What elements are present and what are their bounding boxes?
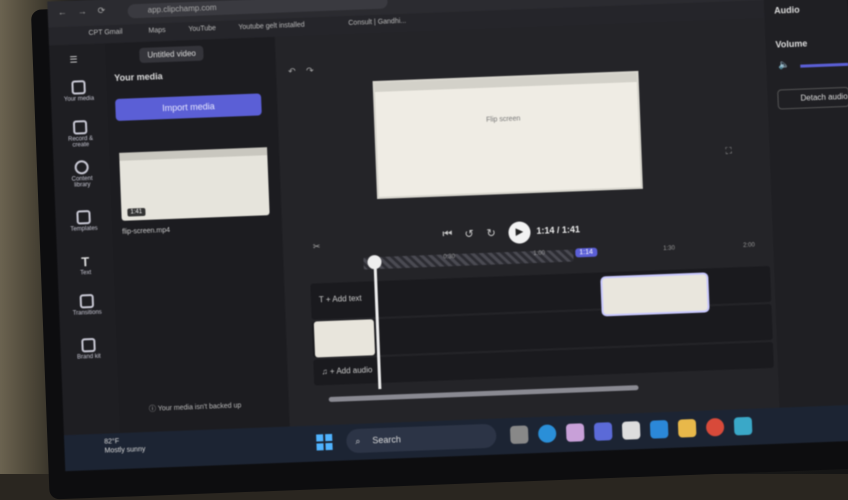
file-explorer-icon[interactable] bbox=[677, 418, 697, 438]
text-icon: T bbox=[81, 254, 90, 270]
forward-5s-icon[interactable]: ↻ bbox=[486, 226, 496, 239]
store-icon[interactable] bbox=[621, 421, 641, 440]
info-icon: ⓘ bbox=[148, 405, 158, 413]
media-thumbnail[interactable]: 1:41 bbox=[119, 147, 270, 221]
app-icon[interactable] bbox=[733, 416, 753, 436]
sidebar-item-text[interactable]: T Text bbox=[67, 254, 104, 277]
ruler-tick: 0:30 bbox=[443, 254, 456, 261]
search-icon: ⌕ bbox=[355, 435, 361, 447]
sidebar-item-templates[interactable]: Templates bbox=[65, 210, 102, 233]
bookmark-item[interactable]: CPT Gmail bbox=[88, 29, 122, 37]
thumbnail-toolbar bbox=[119, 147, 268, 161]
playhead-time-badge: 1:14 bbox=[575, 247, 598, 258]
hamburger-menu-icon[interactable]: ☰ bbox=[69, 54, 77, 65]
add-audio-button[interactable]: ♫ + Add audio bbox=[322, 365, 373, 376]
sidebar-item-label: Templates bbox=[70, 225, 98, 233]
redo-icon[interactable]: ↷ bbox=[306, 65, 314, 76]
timeline-ruler[interactable]: 0:30 1:00 1:14 1:30 2:00 bbox=[363, 241, 755, 272]
media-panel: Untitled video Your media Import media 1… bbox=[104, 36, 290, 434]
playback-controls: ⏮ ↺ ↻ ▶ 1:14 / 1:41 bbox=[432, 221, 580, 247]
fullscreen-icon[interactable]: ⛶ bbox=[725, 145, 732, 156]
import-media-button[interactable]: Import media bbox=[115, 93, 262, 121]
reload-icon[interactable]: ⟳ bbox=[97, 5, 105, 16]
skip-back-icon[interactable]: ⏮ bbox=[442, 228, 452, 241]
sidebar-item-your-media[interactable]: Your media bbox=[60, 80, 97, 103]
video-clip[interactable] bbox=[313, 319, 376, 358]
sidebar-item-label: Brand kit bbox=[77, 353, 101, 361]
brand-icon bbox=[81, 337, 96, 353]
chrome-icon[interactable] bbox=[705, 417, 725, 437]
camera-icon bbox=[72, 120, 88, 135]
preview-titlebar bbox=[374, 72, 637, 93]
sidebar-item-label: Record & create bbox=[67, 135, 94, 149]
bookmark-item[interactable]: Consult | Gandhi... bbox=[348, 18, 406, 27]
sidebar-item-label: Text bbox=[80, 270, 92, 277]
ruler-tick: 1:30 bbox=[663, 245, 676, 253]
sidebar-item-brand-kit[interactable]: Brand kit bbox=[70, 337, 107, 361]
weather-desc: Mostly sunny bbox=[104, 446, 146, 455]
backup-text: Your media isn't backed up bbox=[157, 402, 242, 413]
sidebar-item-record[interactable]: Record & create bbox=[62, 120, 99, 149]
sidebar-item-label: Your media bbox=[63, 95, 95, 103]
editor-area: ↶ ↷ Flip screen ⛶ ⏮ ↺ ↻ ▶ 1:14 / 1:41 ✂ … bbox=[274, 18, 780, 427]
taskbar-search[interactable]: ⌕ Search bbox=[345, 423, 497, 454]
detach-audio-button[interactable]: Detach audio bbox=[777, 86, 848, 110]
app-icon[interactable] bbox=[565, 423, 585, 442]
volume-label: Volume bbox=[775, 38, 808, 50]
start-button[interactable] bbox=[316, 433, 333, 451]
transitions-icon bbox=[79, 293, 95, 309]
timeline-scrollbar[interactable] bbox=[328, 385, 639, 403]
project-title[interactable]: Untitled video bbox=[139, 45, 205, 64]
add-text-button[interactable]: T + Add text bbox=[319, 294, 362, 305]
bookmark-item[interactable]: Youtube gelt installed bbox=[238, 22, 305, 32]
sidebar-item-label: Content library bbox=[71, 175, 93, 189]
templates-icon bbox=[76, 210, 91, 225]
add-text-label: + Add text bbox=[325, 293, 362, 305]
edge-icon[interactable] bbox=[537, 424, 557, 443]
task-view-icon[interactable] bbox=[509, 425, 529, 445]
sidebar-item-transitions[interactable]: Transitions bbox=[69, 293, 106, 317]
outlook-icon[interactable] bbox=[649, 420, 669, 439]
add-audio-label: + Add audio bbox=[329, 365, 373, 376]
time-readout: 1:14 / 1:41 bbox=[536, 224, 581, 236]
laptop-screen: ← → ⟳ app.clipchamp.com CPT Gmail Maps Y… bbox=[47, 0, 848, 472]
ruler-tick: 1:00 bbox=[533, 250, 546, 258]
volume-slider[interactable] bbox=[800, 62, 848, 68]
split-icon[interactable]: ✂ bbox=[313, 241, 321, 252]
clip-duration: 1:41 bbox=[127, 207, 146, 217]
bookmark-item[interactable]: YouTube bbox=[188, 25, 216, 33]
audio-tab[interactable]: Audio bbox=[774, 5, 800, 16]
backup-status: ⓘ Your media isn't backed up bbox=[149, 400, 242, 414]
undo-icon[interactable]: ↶ bbox=[288, 66, 296, 77]
video-clip-selected[interactable] bbox=[600, 272, 710, 317]
back-icon[interactable]: ← bbox=[57, 7, 66, 17]
speaker-icon[interactable]: 🔈 bbox=[778, 59, 790, 70]
video-preview[interactable]: Flip screen bbox=[372, 70, 643, 200]
media-heading: Your media bbox=[114, 71, 163, 84]
media-icon bbox=[71, 80, 86, 95]
taskbar-search-label: Search bbox=[372, 434, 402, 446]
library-icon bbox=[74, 160, 89, 175]
preview-text: Flip screen bbox=[486, 115, 521, 124]
clip-filename: flip-screen.mp4 bbox=[122, 226, 171, 236]
forward-icon[interactable]: → bbox=[77, 6, 86, 16]
sidebar-item-label: Transitions bbox=[72, 309, 102, 317]
sidebar-item-content-library[interactable]: Content library bbox=[63, 160, 100, 189]
bookmark-item[interactable]: Maps bbox=[148, 27, 165, 35]
rewind-icon[interactable]: ↺ bbox=[464, 227, 474, 240]
weather-widget[interactable]: 82°F Mostly sunny bbox=[104, 436, 146, 456]
teams-icon[interactable] bbox=[593, 422, 613, 441]
play-button[interactable]: ▶ bbox=[508, 221, 531, 244]
ruler-tick: 2:00 bbox=[743, 242, 755, 249]
